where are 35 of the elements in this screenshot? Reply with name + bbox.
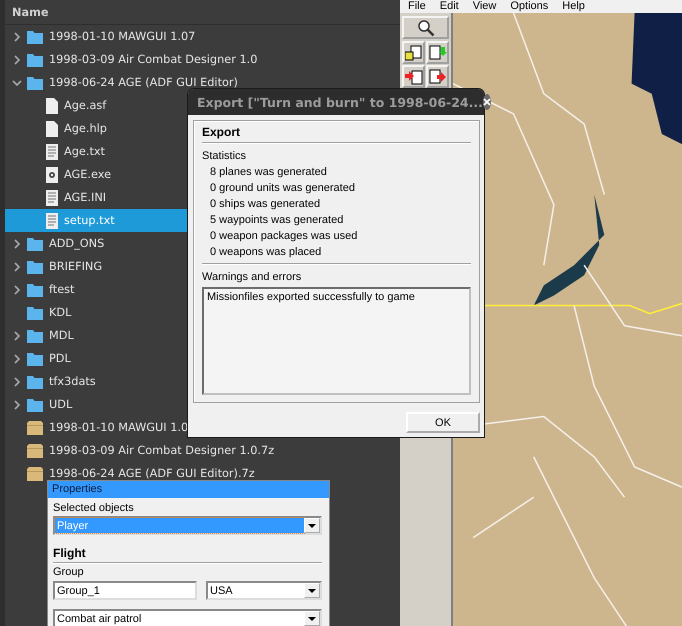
file-name: setup.txt	[64, 212, 115, 228]
statistics-line: 0 ground units was generated	[209, 181, 356, 196]
file-name: ADD_ONS	[49, 236, 104, 252]
file-name: BRIEFING	[49, 258, 102, 274]
file-name: PDL	[49, 350, 71, 366]
statistics-line: 0 weapons was placed	[209, 245, 322, 260]
section-heading: Flight	[53, 546, 87, 560]
group-heading: Export	[202, 125, 242, 139]
file-name: MDL	[49, 328, 74, 344]
file-name: AGE.exe	[64, 166, 112, 182]
file-name: Age.asf	[64, 98, 106, 114]
file-name: 1998-01-10 MAWGUI 1.0	[49, 420, 188, 436]
section-label: Statistics	[202, 149, 248, 164]
section-label: Warnings and errors	[202, 270, 302, 285]
statistics-line: 0 weapon packages was used	[209, 229, 358, 244]
file-name: ftest	[49, 282, 74, 298]
statistics-line: 8 planes was generated	[209, 165, 328, 180]
file-name: 1998-01-10 MAWGUI 1.07	[49, 28, 196, 44]
field-label: Selected objects	[53, 502, 135, 515]
file-name: 1998-06-24 AGE (ADF GUI Editor)	[49, 74, 238, 90]
file-name: 1998-03-09 Air Combat Designer 1.0	[49, 52, 258, 68]
file-name: 1998-03-09 Air Combat Designer 1.0.7z	[49, 442, 274, 458]
log-text: Missionfiles exported successfully to game	[207, 291, 415, 303]
file-name: tfx3dats	[49, 374, 96, 390]
field-label: Group	[53, 566, 85, 579]
file-name: 1998-06-24 AGE (ADF GUI Editor).7z	[49, 466, 255, 482]
file-name: Age.hlp	[64, 120, 107, 136]
statistics-line: 0 ships was generated	[209, 197, 322, 212]
file-name: UDL	[49, 396, 72, 412]
file-name: Age.txt	[64, 144, 105, 160]
window-title: Export ["Turn and burn" to 1998-06-24...	[197, 94, 483, 110]
statistics-line: 5 waypoints was generated	[209, 213, 344, 228]
panel-title: Properties	[48, 481, 329, 498]
file-name: AGE.INI	[64, 190, 106, 206]
file-name: KDL	[49, 304, 72, 320]
